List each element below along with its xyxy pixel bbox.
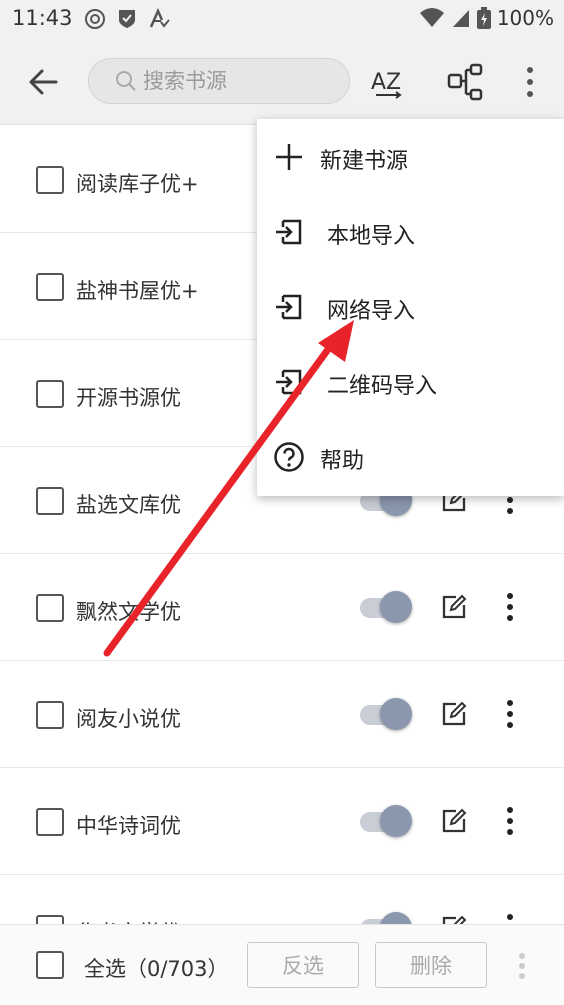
source-enable-toggle[interactable] (358, 694, 414, 734)
status-time: 11:43 (12, 6, 73, 30)
source-row[interactable]: 阅友小说优 (0, 661, 564, 768)
search-input[interactable] (143, 65, 333, 97)
menu-item-label: 网络导入 (327, 299, 416, 324)
app-toolbar: AZ (0, 38, 564, 125)
menu-item-network-import[interactable]: 网络导入 (257, 269, 564, 344)
battery-level: 100% (496, 6, 554, 30)
source-checkbox[interactable] (36, 273, 64, 301)
source-checkbox[interactable] (36, 808, 64, 836)
system-icons: 100% (419, 6, 554, 30)
source-name: 盐选文库优 (76, 493, 181, 517)
source-checkbox[interactable] (36, 380, 64, 408)
more-vertical-icon[interactable] (500, 591, 520, 623)
plus-icon (276, 144, 302, 170)
menu-item-qrcode-import[interactable]: 二维码导入 (257, 344, 564, 419)
source-name: 阅友小说优 (76, 707, 181, 731)
status-bar: 11:43 100% (0, 0, 564, 38)
search-icon (116, 71, 136, 91)
source-name: 中华诗词优 (76, 814, 181, 838)
invert-selection-button[interactable]: 反选 (247, 942, 359, 988)
source-checkbox[interactable] (36, 166, 64, 194)
battery-charging-icon (476, 7, 491, 29)
edit-icon[interactable] (440, 700, 468, 728)
select-all-checkbox[interactable] (36, 951, 64, 979)
source-enable-toggle[interactable] (358, 801, 414, 841)
import-icon (276, 369, 302, 395)
menu-item-label: 新建书源 (320, 149, 409, 174)
menu-item-label: 二维码导入 (327, 374, 438, 399)
more-vertical-icon[interactable] (514, 951, 530, 981)
more-vertical-icon[interactable] (500, 698, 520, 730)
edit-icon[interactable] (440, 593, 468, 621)
notification-icons (84, 8, 170, 30)
wifi-icon (419, 8, 444, 27)
source-row[interactable]: 中华诗词优 (0, 768, 564, 875)
source-name: 阅读库子优+ (76, 172, 199, 196)
menu-item-label: 本地导入 (327, 224, 416, 249)
more-vertical-icon[interactable] (510, 62, 550, 102)
search-box[interactable] (88, 58, 350, 104)
at-sign-icon (85, 9, 105, 29)
source-row[interactable]: 飘然文学优 (0, 554, 564, 661)
sort-az-icon[interactable]: AZ (368, 62, 408, 102)
translate-icon (149, 8, 170, 28)
source-name: 盐神书屋优+ (76, 279, 199, 303)
menu-item-label: 帮助 (320, 449, 365, 474)
menu-item-help[interactable]: 帮助 (257, 419, 564, 494)
shield-check-icon (119, 10, 135, 28)
group-tree-icon[interactable] (446, 62, 486, 102)
delete-button[interactable]: 删除 (375, 942, 487, 988)
signal-icon (452, 10, 469, 27)
menu-item-new-source[interactable]: 新建书源 (257, 119, 564, 194)
select-all-label[interactable]: 全选（0/703） (84, 953, 229, 983)
arrow-left-icon[interactable] (26, 66, 62, 98)
source-checkbox[interactable] (36, 701, 64, 729)
source-enable-toggle[interactable] (358, 587, 414, 627)
bottom-action-bar: 全选（0/703） 反选 删除 (0, 924, 564, 1005)
edit-icon[interactable] (440, 807, 468, 835)
source-name: 开源书源优 (76, 386, 181, 410)
source-name: 飘然文学优 (76, 600, 181, 624)
overflow-menu: 新建书源 本地导入 网络导入 二维码导入 帮助 (257, 119, 564, 496)
import-icon (276, 294, 302, 320)
source-checkbox[interactable] (36, 594, 64, 622)
import-icon (276, 219, 302, 245)
more-vertical-icon[interactable] (500, 805, 520, 837)
menu-item-local-import[interactable]: 本地导入 (257, 194, 564, 269)
source-checkbox[interactable] (36, 487, 64, 515)
help-circle-icon (274, 442, 304, 472)
